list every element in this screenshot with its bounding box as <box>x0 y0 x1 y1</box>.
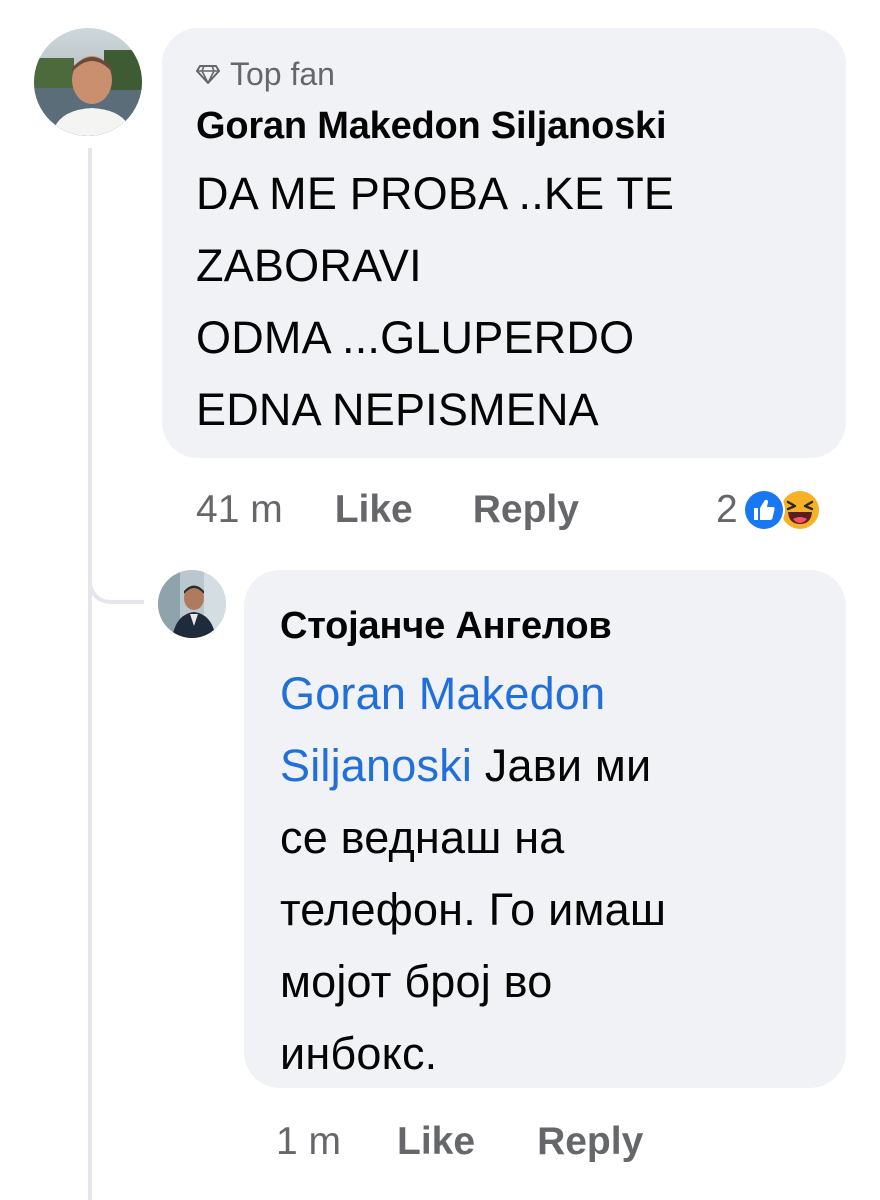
avatar[interactable] <box>158 570 226 638</box>
reactions-summary[interactable]: 2 <box>716 480 822 540</box>
like-button[interactable]: Like <box>335 488 413 532</box>
reply-line: телефон. Го имаш <box>280 884 667 935</box>
reply-line: мојот број во <box>280 956 553 1007</box>
top-fan-badge: Top fan <box>196 54 812 94</box>
reply-timestamp[interactable]: 1 m <box>276 1120 341 1164</box>
avatar[interactable] <box>34 28 142 136</box>
comment-author[interactable]: Goran Makedon Siljanoski <box>196 100 812 152</box>
comment-line: EDNA NEPISMENA <box>196 384 599 435</box>
comment-text: DA ME PROBA ..KE TE ZABORAVI ODMA ...GLU… <box>196 158 812 446</box>
comment-line: DA ME PROBA ..KE TE <box>196 168 675 219</box>
like-reaction-icon <box>742 488 786 532</box>
thread-line <box>88 148 92 1200</box>
reply-author[interactable]: Стојанче Ангелов <box>280 600 812 652</box>
comment-timestamp[interactable]: 41 m <box>196 488 283 532</box>
reply-line: инбокс. <box>280 1028 438 1079</box>
reply-connector <box>88 540 144 604</box>
reply-text: Goran Makedon Siljanoski Јави ми се ведн… <box>280 658 812 1090</box>
comment-bubble: Top fan Goran Makedon Siljanoski DA ME P… <box>162 28 846 458</box>
mention-link[interactable]: Siljanoski <box>280 740 472 791</box>
reply-actions: 1 m Like Reply <box>276 1112 643 1172</box>
badge-label: Top fan <box>230 55 335 92</box>
comment-actions: 41 m Like Reply <box>196 480 579 540</box>
reply-line: Јави ми <box>472 740 652 791</box>
comment-line: ODMA ...GLUPERDO <box>196 312 635 363</box>
reply-bubble: Стојанче Ангелов Goran Makedon Siljanosk… <box>244 570 846 1088</box>
reaction-count: 2 <box>716 488 738 531</box>
reply-button[interactable]: Reply <box>473 488 579 532</box>
reply-line: се веднаш на <box>280 812 565 863</box>
diamond-icon <box>196 64 220 84</box>
mention-link[interactable]: Goran Makedon <box>280 658 812 730</box>
comment-line: ZABORAVI <box>196 240 422 291</box>
reply-button[interactable]: Reply <box>537 1120 643 1164</box>
like-button[interactable]: Like <box>397 1120 475 1164</box>
